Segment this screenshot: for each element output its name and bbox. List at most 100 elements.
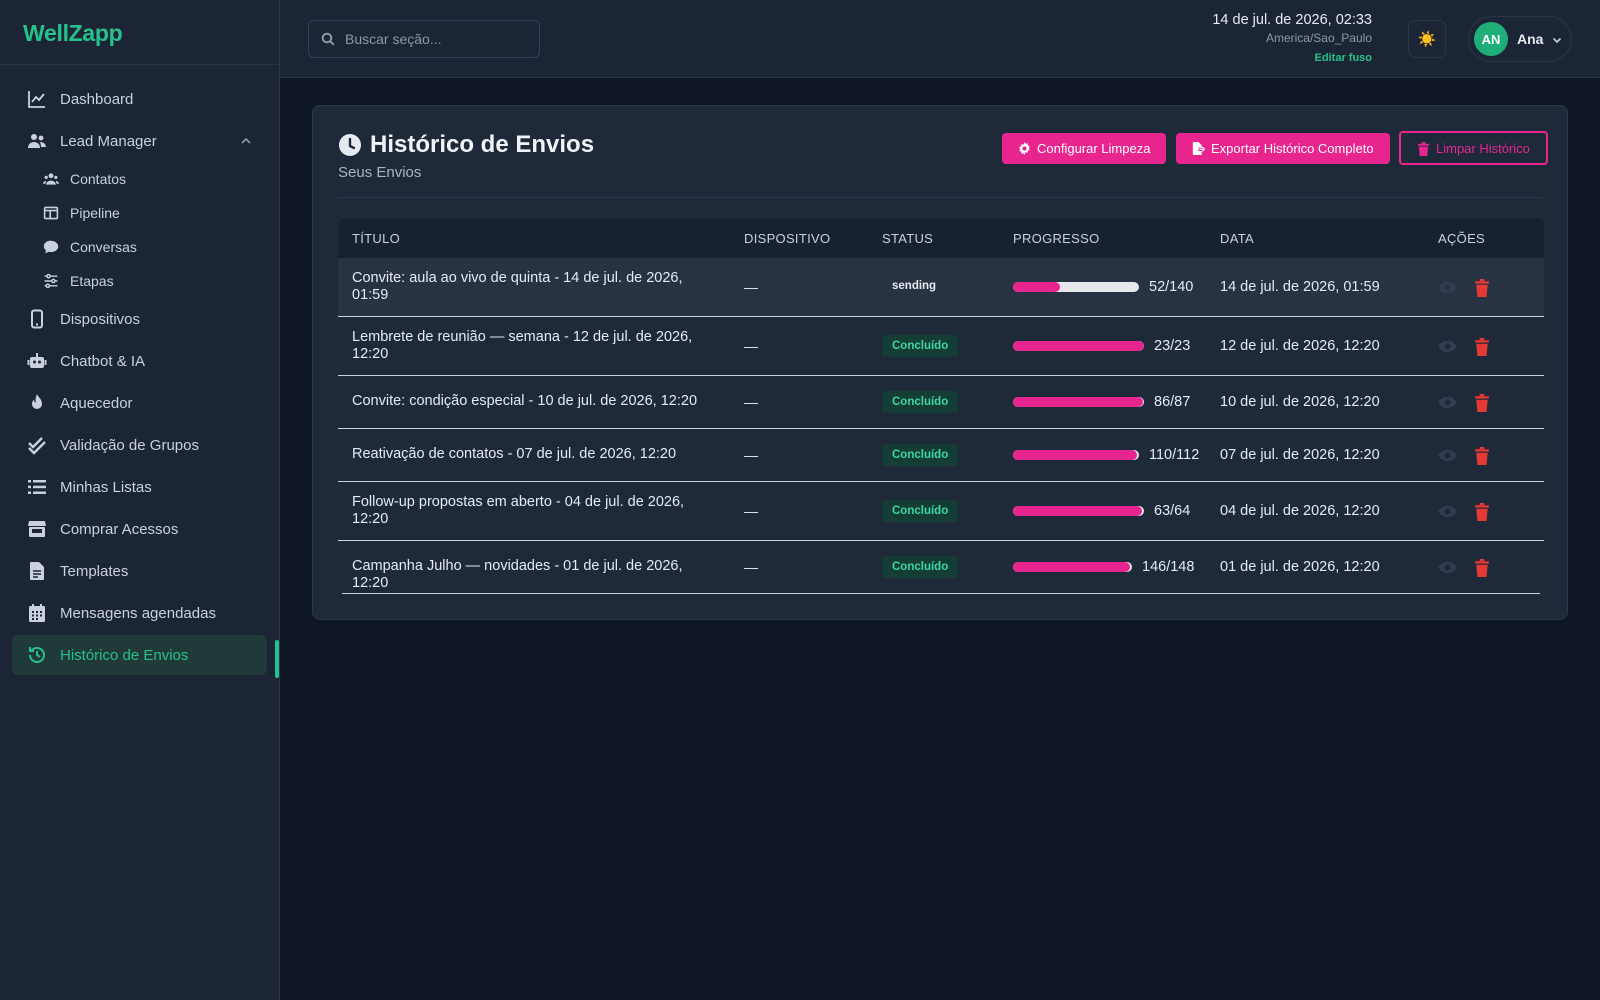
row-date: 14 de jul. de 2026, 01:59 — [1220, 279, 1380, 295]
status-badge: Concluído — [882, 556, 959, 578]
view-eye-icon[interactable] — [1438, 502, 1457, 521]
flame-icon — [26, 392, 48, 414]
sidebar-item-contatos[interactable]: Contatos — [0, 162, 279, 196]
clear-history-button[interactable]: Limpar Histórico — [1399, 131, 1548, 165]
col-header-device[interactable]: DISPOSITIVO — [744, 231, 830, 246]
row-date: 12 de jul. de 2026, 12:20 — [1220, 338, 1380, 354]
table-header: TÍTULO DISPOSITIVO STATUS PROGRESSO DATA… — [338, 218, 1544, 258]
row-title: Convite: condição especial - 10 de jul. … — [352, 393, 698, 409]
configure-cleanup-button[interactable]: Configurar Limpeza — [1002, 133, 1167, 164]
delete-trash-icon[interactable] — [1474, 502, 1490, 521]
edit-timezone-link[interactable]: Editar fuso — [1212, 52, 1372, 64]
delete-trash-icon[interactable] — [1474, 446, 1490, 465]
status-badge: Concluído — [882, 391, 959, 413]
sidebar-item-historico[interactable]: Histórico de Envios — [12, 635, 267, 675]
sidebar-item-label: Contatos — [70, 171, 127, 187]
table-row[interactable]: Campanha Julho — novidades - 01 de jul. … — [342, 541, 1540, 594]
sidebar-item-minhas-listas[interactable]: Minhas Listas — [0, 466, 279, 508]
row-progress: 110/112 — [1013, 447, 1199, 463]
search-icon — [321, 32, 335, 46]
sidebar-item-pipeline[interactable]: Pipeline — [0, 196, 279, 230]
double-check-icon — [26, 434, 48, 456]
sidebar-item-etapas[interactable]: Etapas — [0, 264, 279, 298]
theme-toggle-button[interactable]: ☀️ — [1408, 20, 1446, 58]
progress-bar — [1013, 341, 1144, 351]
button-label: Exportar Histórico Completo — [1211, 141, 1374, 156]
view-eye-icon[interactable] — [1438, 446, 1457, 465]
search-box[interactable] — [308, 20, 540, 58]
progress-fill — [1013, 397, 1143, 407]
sidebar-item-chatbot[interactable]: Chatbot & IA — [0, 340, 279, 382]
delete-trash-icon[interactable] — [1474, 558, 1490, 577]
sidebar-item-conversas[interactable]: Conversas — [0, 230, 279, 264]
row-date: 01 de jul. de 2026, 12:20 — [1220, 559, 1380, 575]
button-label: Limpar Histórico — [1436, 140, 1530, 156]
view-eye-icon[interactable] — [1438, 393, 1457, 412]
row-device: — — [744, 279, 758, 295]
datetime-block: 14 de jul. de 2026, 02:33 America/Sao_Pa… — [1212, 12, 1372, 64]
table-row[interactable]: Convite: condição especial - 10 de jul. … — [338, 376, 1544, 429]
col-header-progress[interactable]: PROGRESSO — [1013, 231, 1100, 246]
progress-count: 63/64 — [1154, 503, 1191, 519]
sidebar-item-label: Histórico de Envios — [60, 646, 189, 664]
gear-icon — [1018, 142, 1031, 155]
sun-icon: ☀️ — [1417, 31, 1437, 48]
active-indicator — [275, 640, 279, 678]
search-input[interactable] — [345, 31, 525, 47]
row-actions — [1438, 278, 1490, 297]
row-title: Lembrete de reunião — semana - 12 de jul… — [352, 329, 693, 362]
store-icon — [26, 518, 48, 540]
button-label: Configurar Limpeza — [1037, 141, 1151, 156]
sidebar-item-dashboard[interactable]: Dashboard — [0, 78, 279, 120]
view-eye-icon[interactable] — [1438, 558, 1457, 577]
view-eye-icon[interactable] — [1438, 278, 1457, 297]
table-row[interactable]: Lembrete de reunião — semana - 12 de jul… — [338, 317, 1544, 376]
row-date: 10 de jul. de 2026, 12:20 — [1220, 394, 1380, 410]
progress-fill — [1013, 562, 1131, 572]
table-row[interactable]: Reativação de contatos - 07 de jul. de 2… — [338, 429, 1544, 482]
sidebar-item-lead-manager[interactable]: Lead Manager — [0, 120, 279, 162]
sidebar-item-label: Etapas — [70, 273, 114, 289]
progress-bar — [1013, 282, 1139, 292]
sidebar-item-templates[interactable]: Templates — [0, 550, 279, 592]
sidebar-item-mensagens-agendadas[interactable]: Mensagens agendadas — [0, 592, 279, 634]
history-card: Histórico de Envios Seus Envios Configur… — [312, 105, 1568, 620]
delete-trash-icon[interactable] — [1474, 278, 1490, 297]
avatar: AN — [1474, 22, 1508, 56]
sidebar-item-dispositivos[interactable]: Dispositivos — [0, 298, 279, 340]
page-title: Histórico de Envios — [370, 131, 595, 158]
col-header-date[interactable]: DATA — [1220, 231, 1254, 246]
user-menu[interactable]: AN Ana — [1468, 16, 1572, 62]
sidebar-item-label: Minhas Listas — [60, 478, 152, 496]
current-datetime: 14 de jul. de 2026, 02:33 — [1212, 12, 1372, 28]
sidebar-item-aquecedor[interactable]: Aquecedor — [0, 382, 279, 424]
delete-trash-icon[interactable] — [1474, 337, 1490, 356]
brand-logo[interactable]: WellZapp — [0, 0, 279, 65]
table-row[interactable]: Follow-up propostas em aberto - 04 de ju… — [338, 482, 1544, 541]
sidebar-item-label: Conversas — [70, 239, 137, 255]
sidebar-item-comprar[interactable]: Comprar Acessos — [0, 508, 279, 550]
sidebar-item-validacao[interactable]: Validação de Grupos — [0, 424, 279, 466]
col-header-title[interactable]: TÍTULO — [352, 231, 400, 246]
status-badge: Concluído — [882, 444, 959, 466]
row-title: Reativação de contatos - 07 de jul. de 2… — [352, 446, 677, 462]
view-eye-icon[interactable] — [1438, 337, 1457, 356]
row-title: Follow-up propostas em aberto - 04 de ju… — [352, 494, 685, 527]
sidebar-item-label: Chatbot & IA — [60, 352, 146, 370]
users-icon — [26, 130, 48, 152]
status-badge: Concluído — [882, 335, 959, 357]
col-header-status[interactable]: STATUS — [882, 231, 933, 246]
sidebar-nav: Dashboard Lead Manager Contatos Pipeline… — [0, 65, 279, 675]
sidebar-item-label: Templates — [60, 562, 129, 580]
row-progress: 23/23 — [1013, 338, 1190, 354]
top-header: 14 de jul. de 2026, 02:33 America/Sao_Pa… — [280, 0, 1600, 78]
chevron-up-icon[interactable] — [239, 134, 253, 148]
sidebar-item-label: Validação de Grupos — [60, 436, 199, 454]
table-row[interactable]: Convite: aula ao vivo de quinta - 14 de … — [338, 258, 1544, 317]
chevron-down-icon — [1551, 33, 1563, 45]
row-title: Convite: aula ao vivo de quinta - 14 de … — [352, 270, 683, 303]
progress-fill — [1013, 506, 1142, 516]
progress-bar — [1013, 397, 1144, 407]
export-history-button[interactable]: Exportar Histórico Completo — [1176, 133, 1390, 164]
delete-trash-icon[interactable] — [1474, 393, 1490, 412]
